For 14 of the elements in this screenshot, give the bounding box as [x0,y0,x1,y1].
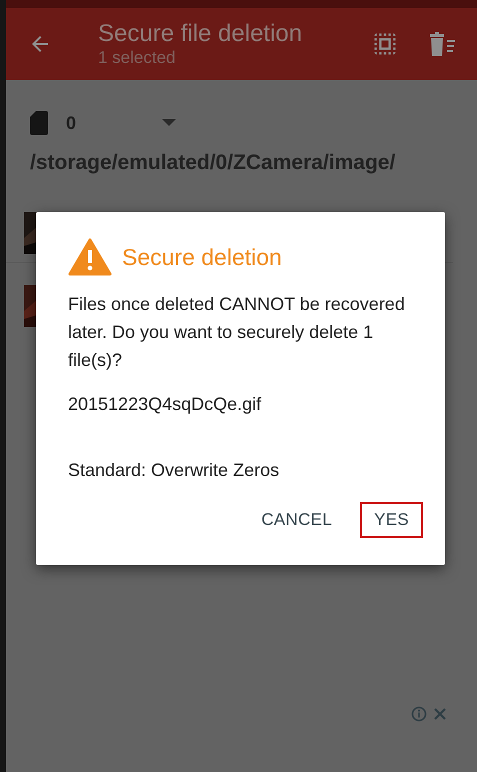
close-icon[interactable] [433,707,447,721]
confirm-button[interactable]: YES [360,502,423,538]
dialog-title: Secure deletion [122,243,282,272]
selection-count: 1 selected [98,48,176,68]
sd-card-icon [30,111,48,135]
warning-icon [68,238,112,276]
folder-path: /storage/emulated/0/ZCamera/image/ [30,150,396,176]
info-icon[interactable] [411,706,427,722]
cancel-button[interactable]: CANCEL [247,502,346,538]
dialog-message: Files once deleted CANNOT be recovered later. Do you want to securely delete 1 file(s)? [68,293,406,372]
file-name: 20151223Q4sqDcQe.gif [68,393,262,416]
screen-title: Secure file deletion [98,20,304,48]
deletion-method: Standard: Overwrite Zeros [68,459,280,482]
dropdown-icon[interactable] [162,119,176,127]
